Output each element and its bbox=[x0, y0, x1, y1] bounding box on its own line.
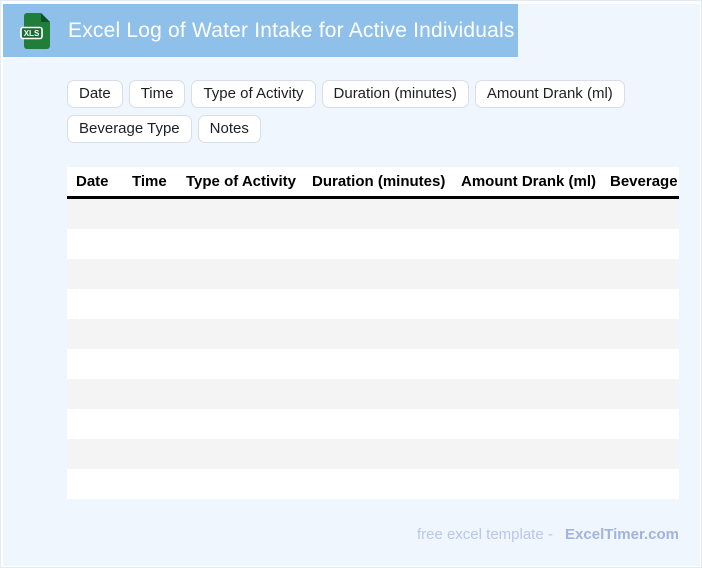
table-cell bbox=[67, 259, 123, 289]
tag-type-of-activity[interactable]: Type of Activity bbox=[191, 80, 316, 108]
table-cell bbox=[177, 349, 303, 379]
table-cell bbox=[123, 469, 177, 499]
table-cell bbox=[452, 229, 601, 259]
table-cell bbox=[177, 439, 303, 469]
table-cell bbox=[67, 439, 123, 469]
table-cell bbox=[303, 409, 452, 439]
table-cell bbox=[303, 198, 452, 230]
table-cell bbox=[177, 319, 303, 349]
table-row bbox=[67, 289, 679, 319]
tag-notes[interactable]: Notes bbox=[197, 115, 261, 143]
table-row bbox=[67, 319, 679, 349]
column-header-date: Date bbox=[76, 173, 109, 190]
column-header-amount-drank-ml: Amount Drank (ml) bbox=[461, 173, 596, 190]
table-cell bbox=[452, 349, 601, 379]
footer-site-link[interactable]: ExcelTimer.com bbox=[565, 526, 679, 543]
table-row bbox=[67, 349, 679, 379]
tag-duration-minutes[interactable]: Duration (minutes) bbox=[321, 80, 469, 108]
table-row bbox=[67, 197, 679, 230]
page-header: XLS Excel Log of Water Intake for Active… bbox=[3, 4, 518, 57]
column-header-beverage-type: Beverage Type bbox=[610, 173, 679, 190]
table-cell bbox=[601, 349, 679, 379]
table-cell bbox=[303, 229, 452, 259]
table-cell bbox=[177, 469, 303, 499]
table-row bbox=[67, 409, 679, 439]
table-cell bbox=[67, 229, 123, 259]
table-cell bbox=[67, 198, 123, 230]
xls-icon-label: XLS bbox=[24, 29, 40, 38]
table-cell bbox=[177, 409, 303, 439]
column-tags: Date Time Type of Activity Duration (minute… bbox=[67, 80, 679, 143]
table-cell bbox=[177, 289, 303, 319]
table-row bbox=[67, 379, 679, 409]
table-cell bbox=[601, 259, 679, 289]
table-cell bbox=[67, 379, 123, 409]
table-cell bbox=[123, 439, 177, 469]
table-cell bbox=[452, 198, 601, 230]
table-row bbox=[67, 229, 679, 259]
table-cell bbox=[177, 259, 303, 289]
table-cell bbox=[452, 439, 601, 469]
table-cell bbox=[123, 319, 177, 349]
table-row bbox=[67, 439, 679, 469]
page: XLS Excel Log of Water Intake for Active… bbox=[0, 0, 702, 568]
tag-beverage-type[interactable]: Beverage Type bbox=[67, 115, 192, 143]
column-header-duration-minutes: Duration (minutes) bbox=[312, 173, 446, 190]
table-cell bbox=[67, 349, 123, 379]
table-cell bbox=[303, 379, 452, 409]
column-header-time: Time bbox=[132, 173, 167, 190]
table-cell bbox=[123, 229, 177, 259]
table-cell bbox=[303, 259, 452, 289]
table-cell bbox=[601, 379, 679, 409]
table-cell bbox=[601, 469, 679, 499]
xls-file-icon: XLS bbox=[20, 12, 52, 50]
tag-time[interactable]: Time bbox=[128, 80, 186, 108]
table-body bbox=[67, 197, 679, 499]
footer: free excel template - ExcelTimer.com bbox=[67, 526, 679, 543]
table-cell bbox=[452, 409, 601, 439]
table-cell bbox=[601, 409, 679, 439]
table-cell bbox=[303, 319, 452, 349]
page-background: XLS Excel Log of Water Intake for Active… bbox=[3, 4, 700, 566]
table-cell bbox=[452, 469, 601, 499]
table-cell bbox=[452, 289, 601, 319]
table-cell bbox=[123, 349, 177, 379]
table-cell bbox=[303, 439, 452, 469]
table-cell bbox=[177, 198, 303, 230]
column-header-type-of-activity: Type of Activity bbox=[186, 173, 297, 190]
table-cell bbox=[601, 319, 679, 349]
table-cell bbox=[452, 319, 601, 349]
table-cell bbox=[67, 469, 123, 499]
tag-amount-drank-ml[interactable]: Amount Drank (ml) bbox=[474, 80, 625, 108]
table-cell bbox=[67, 289, 123, 319]
table-cell bbox=[123, 289, 177, 319]
table-cell bbox=[452, 259, 601, 289]
main-content: Date Time Type of Activity Duration (minute… bbox=[67, 80, 700, 499]
page-title: Excel Log of Water Intake for Active Ind… bbox=[68, 18, 515, 42]
table-row bbox=[67, 259, 679, 289]
table-cell bbox=[177, 379, 303, 409]
footer-text: free excel template - bbox=[416, 526, 553, 543]
intake-table: Date Time Type of Activity Duration (minute… bbox=[67, 167, 679, 499]
table-cell bbox=[303, 289, 452, 319]
table-cell bbox=[123, 259, 177, 289]
table-cell bbox=[452, 379, 601, 409]
table-container: Date Time Type of Activity Duration (minute… bbox=[67, 167, 679, 499]
table-cell bbox=[123, 379, 177, 409]
table-cell bbox=[177, 229, 303, 259]
table-cell bbox=[123, 198, 177, 230]
table-cell bbox=[123, 409, 177, 439]
table-cell bbox=[67, 319, 123, 349]
table-cell bbox=[303, 349, 452, 379]
table-cell bbox=[601, 229, 679, 259]
table-row bbox=[67, 469, 679, 499]
table-header-row: Date Time Type of Activity Duration (minute… bbox=[67, 167, 679, 198]
table-cell bbox=[601, 439, 679, 469]
table-cell bbox=[601, 198, 679, 230]
table-cell bbox=[67, 409, 123, 439]
tag-date[interactable]: Date bbox=[67, 80, 123, 108]
table-cell bbox=[303, 469, 452, 499]
table-cell bbox=[601, 289, 679, 319]
